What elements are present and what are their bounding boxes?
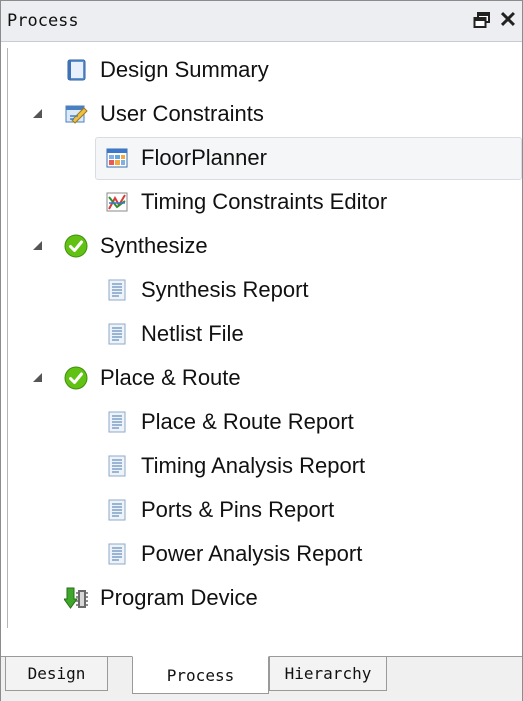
timing-editor-icon	[105, 190, 129, 214]
tab-design[interactable]: Design	[5, 657, 108, 691]
tree-item-label: Power Analysis Report	[141, 541, 363, 566]
tree-item-label: Timing Constraints Editor	[141, 189, 388, 214]
tree-item-design-summary[interactable]: Design Summary	[8, 48, 516, 92]
tree-item-timing-analysis-report[interactable]: Timing Analysis Report	[8, 444, 516, 488]
expand-arrow-icon[interactable]	[33, 373, 42, 382]
tab-process[interactable]: Process	[132, 656, 269, 694]
tree-item-label: Place & Route Report	[141, 409, 354, 434]
summary-icon	[64, 58, 88, 82]
tree-item-label: User Constraints	[100, 101, 264, 126]
expand-arrow-icon[interactable]	[33, 241, 42, 250]
tree-item-netlist-file[interactable]: Netlist File	[8, 312, 516, 356]
report-icon	[105, 410, 129, 434]
tree-item-label: Netlist File	[141, 321, 244, 346]
report-icon	[105, 542, 129, 566]
expand-arrow-icon[interactable]	[33, 109, 42, 118]
tree-item-place-route-report[interactable]: Place & Route Report	[8, 400, 516, 444]
report-icon	[105, 498, 129, 522]
tree-item-user-constraints[interactable]: User Constraints	[8, 92, 516, 136]
tree-item-label: Timing Analysis Report	[141, 453, 366, 478]
tree-item-place-route[interactable]: Place & Route	[8, 356, 516, 400]
tree-item-label: Design Summary	[100, 57, 269, 82]
process-tree: Design Summary User Constraints FloorPla…	[7, 48, 522, 628]
program-device-icon	[63, 586, 88, 610]
report-icon	[105, 278, 129, 302]
tree-item-program-device[interactable]: Program Device	[8, 576, 516, 620]
panel-title-bar[interactable]: Process ✕	[1, 1, 522, 42]
tree-item-label: FloorPlanner	[141, 145, 267, 170]
tree-item-label: Place & Route	[100, 365, 241, 390]
check-icon	[64, 234, 88, 258]
tree-item-label: Synthesis Report	[141, 277, 309, 302]
tab-hierarchy[interactable]: Hierarchy	[269, 657, 387, 691]
close-icon[interactable]: ✕	[496, 8, 520, 32]
tree-item-synthesize[interactable]: Synthesize	[8, 224, 516, 268]
tree-item-label: Program Device	[100, 585, 258, 610]
tree-item-floorplanner[interactable]: FloorPlanner	[8, 136, 522, 180]
tree-item-ports-pins-report[interactable]: Ports & Pins Report	[8, 488, 516, 532]
constraints-icon	[64, 102, 88, 126]
report-icon	[105, 454, 129, 478]
floorplanner-icon	[105, 146, 129, 170]
tree-item-label: Synthesize	[100, 233, 208, 258]
report-icon	[105, 322, 129, 346]
tree-item-synthesis-report[interactable]: Synthesis Report	[8, 268, 516, 312]
panel-title: Process	[7, 11, 79, 31]
process-panel: Process ✕ Design Summary User Constraint…	[0, 0, 523, 701]
check-icon	[64, 366, 88, 390]
tree-item-power-analysis-report[interactable]: Power Analysis Report	[8, 532, 516, 576]
tree-item-timing-constraints-editor[interactable]: Timing Constraints Editor	[8, 180, 516, 224]
tree-item-label: Ports & Pins Report	[141, 497, 335, 522]
float-window-icon[interactable]	[470, 8, 494, 32]
panel-tab-strip: Design Process Hierarchy	[1, 656, 522, 701]
